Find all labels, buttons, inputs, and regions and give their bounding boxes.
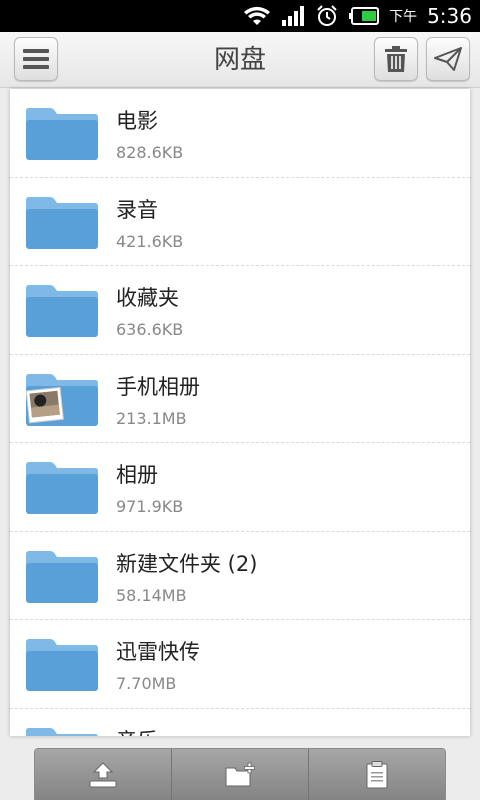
file-name: 手机相册 <box>116 374 200 399</box>
send-button[interactable] <box>426 37 470 81</box>
file-list-item[interactable]: 收藏夹 636.6KB <box>10 266 470 355</box>
file-list: 电影 828.6KB 录音 421.6KB 收藏夹 636.6KB 手机相册 213.1MB 相… <box>10 89 470 736</box>
folder-icon <box>24 107 100 161</box>
file-list-item[interactable]: 迅雷快传 7.70MB <box>10 620 470 709</box>
file-name: 录音 <box>116 197 158 222</box>
file-size: 971.9KB <box>116 497 184 516</box>
file-name: 相册 <box>116 463 158 487</box>
upload-button[interactable] <box>35 749 172 800</box>
file-size: 828.6KB <box>116 143 184 162</box>
folder-icon <box>24 727 100 736</box>
paste-button[interactable] <box>309 749 445 800</box>
new-folder-icon <box>225 762 255 786</box>
file-name: 收藏夹 <box>116 286 179 310</box>
file-size: 421.6KB <box>116 231 184 251</box>
app-header: 网盘 <box>0 32 480 88</box>
delete-button[interactable] <box>374 37 418 81</box>
file-size: 7.70MB <box>116 674 177 693</box>
upload-icon <box>89 761 117 787</box>
status-bar: 下午 5:36 <box>0 0 480 32</box>
file-list-item[interactable]: 音乐 <box>10 709 470 737</box>
photo-folder-icon <box>24 373 100 427</box>
file-name: 迅雷快传 <box>116 640 200 664</box>
folder-icon <box>24 638 100 692</box>
status-clock: 5:36 <box>427 4 472 28</box>
file-name: 音乐 <box>116 725 158 737</box>
folder-icon <box>24 550 100 604</box>
status-ampm: 下午 <box>389 9 418 25</box>
file-list-item[interactable]: 手机相册 213.1MB <box>10 355 470 443</box>
menu-icon <box>23 49 49 69</box>
file-name: 新建文件夹 (2) <box>116 551 258 576</box>
bottom-toolbar <box>34 748 446 800</box>
file-list-item[interactable]: 电影 828.6KB <box>10 89 470 178</box>
file-list-item[interactable]: 录音 421.6KB <box>10 178 470 266</box>
file-list-item[interactable]: 相册 971.9KB <box>10 443 470 532</box>
file-size: 58.14MB <box>116 585 187 605</box>
alarm-icon <box>315 4 339 28</box>
signal-icon <box>281 5 305 27</box>
file-list-item[interactable]: 新建文件夹 (2) 58.14MB <box>10 532 470 620</box>
folder-icon <box>24 284 100 338</box>
battery-icon <box>349 7 380 25</box>
clipboard-icon <box>366 760 388 788</box>
menu-button[interactable] <box>14 37 58 81</box>
new-folder-button[interactable] <box>172 749 309 800</box>
folder-icon <box>24 461 100 515</box>
folder-icon <box>24 196 100 250</box>
file-name: 电影 <box>116 109 158 133</box>
send-icon <box>434 47 462 71</box>
file-size: 636.6KB <box>116 320 184 339</box>
trash-icon <box>385 46 407 72</box>
wifi-icon <box>243 5 271 27</box>
file-size: 213.1MB <box>116 408 187 428</box>
